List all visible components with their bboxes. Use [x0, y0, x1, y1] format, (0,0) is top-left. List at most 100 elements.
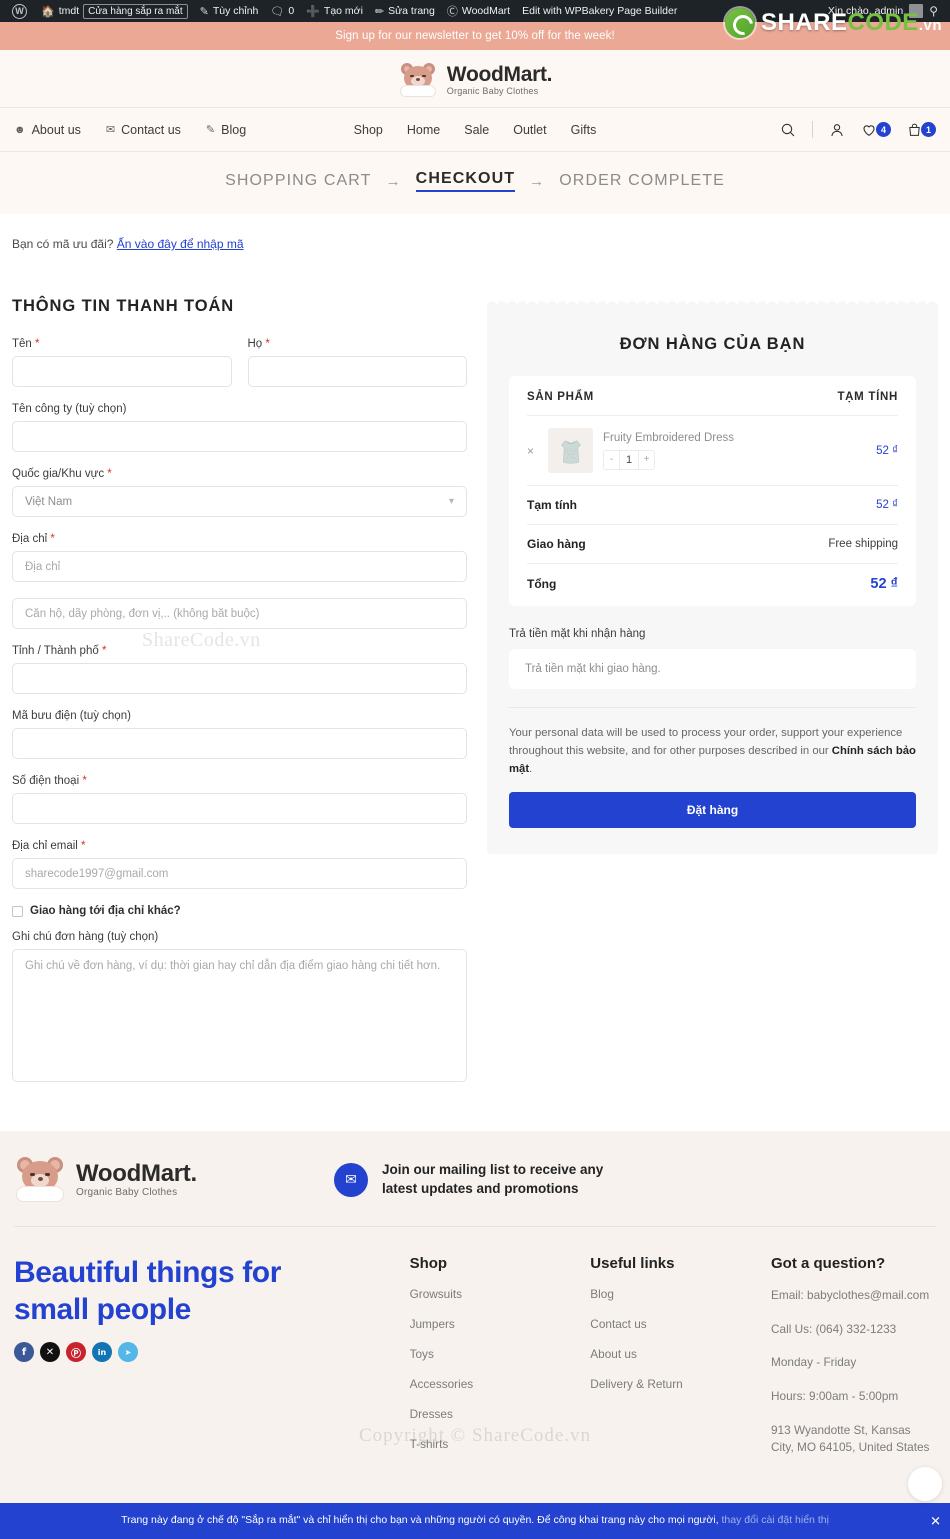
site-header: WoodMart. Organic Baby Clothes ☻ About u…: [0, 50, 950, 151]
footer-link-delivery-return[interactable]: Delivery & Return: [590, 1377, 771, 1391]
coupon-notice: Bạn có mã ưu đãi? Ấn vào đây để nhập mã: [12, 237, 938, 251]
woodmart-item[interactable]: Ⓒ WoodMart: [441, 0, 516, 22]
footer-link-toys[interactable]: Toys: [410, 1347, 591, 1361]
phone-input[interactable]: [12, 793, 467, 824]
address-field: Địa chỉ *: [12, 533, 467, 582]
envelope-icon: ✉: [334, 1162, 368, 1197]
step-checkout[interactable]: CHECKOUT: [415, 170, 516, 192]
search-icon[interactable]: ⚲: [929, 4, 942, 18]
linkedin-icon[interactable]: in: [92, 1342, 112, 1363]
wp-logo-item[interactable]: [6, 0, 35, 22]
telegram-icon[interactable]: ➤: [118, 1342, 138, 1363]
order-title: ĐƠN HÀNG CỦA BẠN: [619, 335, 806, 353]
last-name-label: Họ *: [248, 338, 468, 350]
header-divider: [812, 121, 813, 138]
admin-greeting[interactable]: Xin chào, admin: [828, 5, 903, 17]
email-input[interactable]: [12, 858, 467, 889]
step-order-complete[interactable]: ORDER COMPLETE: [559, 172, 725, 190]
quantity-value[interactable]: 1: [619, 450, 639, 469]
col-subtotal-header: TẠM TÍNH: [837, 391, 898, 403]
footer-link-blog[interactable]: Blog: [590, 1287, 771, 1301]
payment-method-title[interactable]: Trả tiền mặt khi nhận hàng: [509, 628, 916, 640]
order-notes-textarea[interactable]: [12, 949, 467, 1082]
required-mark: *: [82, 775, 87, 787]
nav-item-outlet[interactable]: Outlet: [513, 123, 546, 137]
users-icon: ☻: [14, 123, 26, 136]
nav-item-blog[interactable]: ✎ Blog: [206, 123, 246, 137]
search-icon[interactable]: [780, 122, 796, 138]
city-input[interactable]: [12, 663, 467, 694]
address-line2-input[interactable]: [12, 598, 467, 629]
footer-link-jumpers[interactable]: Jumpers: [410, 1317, 591, 1331]
ship-different-row: Giao hàng tới địa chỉ khác?: [12, 905, 467, 917]
wishlist-button[interactable]: 4: [861, 122, 891, 138]
quantity-plus-button[interactable]: +: [639, 451, 654, 469]
footer-logo[interactable]: WoodMart. Organic Baby Clothes: [14, 1157, 334, 1202]
new-label: Tạo mới: [323, 5, 363, 17]
postcode-input[interactable]: [12, 728, 467, 759]
site-logo[interactable]: WoodMart. Organic Baby Clothes: [398, 63, 553, 97]
display-settings-link[interactable]: thay đổi cài đặt hiển thị: [722, 1514, 829, 1526]
newsletter-block[interactable]: ✉ Join our mailing list to receive any l…: [334, 1161, 603, 1197]
country-select[interactable]: Việt Nam ▾: [12, 486, 467, 517]
last-name-input[interactable]: [247, 356, 467, 387]
comments-item[interactable]: 🗨 0: [264, 0, 300, 22]
subtotal-label: Tạm tính: [527, 498, 577, 512]
site-name-item[interactable]: 🏠 tmdt Cửa hàng sắp ra mắt: [35, 0, 194, 22]
footer-contact-email[interactable]: Email: babyclothes@mail.com: [771, 1287, 936, 1305]
footer-link-about-us[interactable]: About us: [590, 1347, 771, 1361]
pinterest-icon[interactable]: Ⓟ: [66, 1342, 86, 1363]
checkout-steps: SHOPPING CART → CHECKOUT → ORDER COMPLET…: [225, 170, 725, 192]
ship-different-checkbox[interactable]: [12, 905, 23, 917]
step-shopping-cart[interactable]: SHOPPING CART: [225, 172, 371, 190]
nav-item-shop[interactable]: Shop: [354, 123, 383, 137]
edit-page-item[interactable]: ✏ Sửa trang: [369, 0, 441, 22]
address-line1-input[interactable]: [12, 551, 467, 582]
facebook-icon[interactable]: f: [14, 1342, 34, 1363]
first-name-field: Tên *: [12, 338, 232, 387]
coupon-link[interactable]: Ấn vào đây để nhập mã: [117, 237, 244, 251]
footer-link-accessories[interactable]: Accessories: [410, 1377, 591, 1391]
nav-item-contact-us[interactable]: ✉ Contact us: [106, 123, 181, 137]
footer-useful-column: Useful links Blog Contact us About us De…: [590, 1255, 771, 1473]
nav-label: Contact us: [121, 122, 181, 137]
product-name[interactable]: Fruity Embroidered Dress: [603, 432, 734, 444]
footer-link-tshirts[interactable]: T-shirts: [410, 1437, 591, 1451]
ship-different-label[interactable]: Giao hàng tới địa chỉ khác?: [30, 905, 181, 917]
new-content-item[interactable]: ➕ Tạo mới: [300, 0, 369, 22]
wpbakery-item[interactable]: Edit with WPBakery Page Builder: [516, 0, 683, 22]
account-icon[interactable]: [829, 122, 845, 138]
first-name-input[interactable]: [12, 356, 232, 387]
company-label: Tên công ty (tuỳ chọn): [12, 403, 127, 415]
nav-center-group: Shop Home Sale Outlet Gifts: [354, 123, 597, 137]
nav-label: Sale: [464, 122, 490, 137]
customize-item[interactable]: ✎ Tùy chỉnh: [194, 0, 265, 22]
scroll-to-top-button[interactable]: [908, 1467, 942, 1502]
footer-link-growsuits[interactable]: Growsuits: [410, 1287, 591, 1301]
company-input[interactable]: [12, 421, 467, 452]
step-arrow-icon: →: [529, 172, 546, 190]
footer-link-dresses[interactable]: Dresses: [410, 1407, 591, 1421]
quantity-minus-button[interactable]: -: [604, 451, 619, 469]
nav-item-about-us[interactable]: ☻ About us: [14, 123, 81, 137]
slogan-line2: small people: [14, 1292, 191, 1326]
close-icon[interactable]: ✕: [930, 1514, 941, 1527]
remove-item-icon[interactable]: ×: [527, 444, 538, 458]
product-thumbnail[interactable]: [548, 428, 593, 473]
x-twitter-icon[interactable]: ✕: [40, 1342, 60, 1363]
footer-contact-title: Got a question?: [771, 1255, 886, 1272]
coming-soon-pill[interactable]: Cửa hàng sắp ra mắt: [83, 3, 188, 19]
nav-item-home[interactable]: Home: [407, 123, 440, 137]
comments-count: 0: [288, 5, 295, 17]
company-field: Tên công ty (tuỳ chọn): [12, 403, 467, 452]
footer-link-contact-us[interactable]: Contact us: [590, 1317, 771, 1331]
nav-item-sale[interactable]: Sale: [464, 123, 489, 137]
home-icon: 🏠: [41, 5, 55, 18]
footer-brand-name: WoodMart.: [76, 1159, 197, 1187]
cart-button[interactable]: 1: [907, 122, 936, 138]
nav-item-gifts[interactable]: Gifts: [571, 123, 597, 137]
order-column: ĐƠN HÀNG CỦA BẠN SẢN PHẨM TẠM TÍNH × Fru…: [487, 297, 938, 855]
place-order-button[interactable]: Đặt hàng: [509, 792, 916, 829]
promo-banner[interactable]: Sign up for our newsletter to get 10% of…: [0, 22, 950, 50]
quantity-stepper[interactable]: - 1 +: [603, 449, 655, 470]
